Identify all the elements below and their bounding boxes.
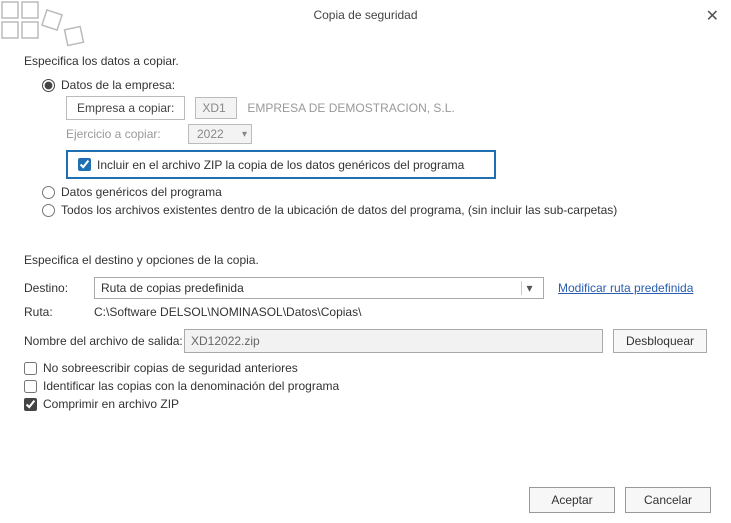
chk-identificar[interactable]: Identificar las copias con la denominaci… — [24, 379, 707, 393]
close-icon[interactable]: ✕ — [706, 6, 719, 26]
destino-label: Destino: — [24, 281, 94, 295]
cancel-button[interactable]: Cancelar — [625, 487, 711, 513]
empresa-code-field: XD1 — [195, 97, 237, 119]
chk-comprimir-zip-label: Comprimir en archivo ZIP — [43, 397, 179, 411]
radio-datos-genericos-label: Datos genéricos del programa — [61, 185, 222, 199]
ruta-value: C:\Software DELSOL\NOMINASOL\Datos\Copia… — [94, 305, 361, 319]
chk-no-sobreescribir[interactable]: No sobreescribir copias de seguridad ant… — [24, 361, 707, 375]
chk-comprimir-zip[interactable]: Comprimir en archivo ZIP — [24, 397, 707, 411]
radio-datos-genericos[interactable]: Datos genéricos del programa — [42, 185, 707, 199]
chk-identificar-label: Identificar las copias con la denominaci… — [43, 379, 339, 393]
section-destino-header: Especifica el destino y opciones de la c… — [24, 253, 707, 267]
radio-todos-archivos-label: Todos los archivos existentes dentro de … — [61, 203, 617, 217]
chevron-down-icon: ▾ — [242, 129, 247, 140]
radio-datos-empresa[interactable]: Datos de la empresa: — [42, 78, 707, 92]
chk-no-sobreescribir-label: No sobreescribir copias de seguridad ant… — [43, 361, 298, 375]
destino-value: Ruta de copias predefinida — [101, 281, 244, 295]
nombre-archivo-label: Nombre del archivo de salida: — [24, 334, 184, 348]
window-title: Copia de seguridad — [313, 8, 417, 22]
ejercicio-value: 2022 — [197, 127, 224, 141]
empresa-name-text: EMPRESA DE DEMOSTRACION, S.L. — [247, 101, 454, 115]
incluir-genericos-checkbox[interactable]: Incluir en el archivo ZIP la copia de lo… — [66, 150, 496, 179]
desbloquear-button[interactable]: Desbloquear — [613, 329, 707, 353]
section-copy-header: Especifica los datos a copiar. — [24, 54, 707, 68]
ruta-label: Ruta: — [24, 305, 94, 319]
empresa-a-copiar-button[interactable]: Empresa a copiar: — [66, 96, 185, 120]
nombre-archivo-field: XD12022.zip — [184, 329, 603, 353]
incluir-genericos-label: Incluir en el archivo ZIP la copia de lo… — [97, 158, 464, 172]
modificar-ruta-link[interactable]: Modificar ruta predefinida — [558, 281, 693, 295]
ejercicio-label: Ejercicio a copiar: — [66, 127, 178, 141]
ejercicio-select[interactable]: 2022 ▾ — [188, 124, 252, 144]
accept-button[interactable]: Aceptar — [529, 487, 615, 513]
chevron-down-icon: ▾ — [521, 281, 537, 295]
radio-datos-empresa-label: Datos de la empresa: — [61, 78, 175, 92]
radio-todos-archivos[interactable]: Todos los archivos existentes dentro de … — [42, 203, 707, 217]
destino-select[interactable]: Ruta de copias predefinida ▾ — [94, 277, 544, 299]
